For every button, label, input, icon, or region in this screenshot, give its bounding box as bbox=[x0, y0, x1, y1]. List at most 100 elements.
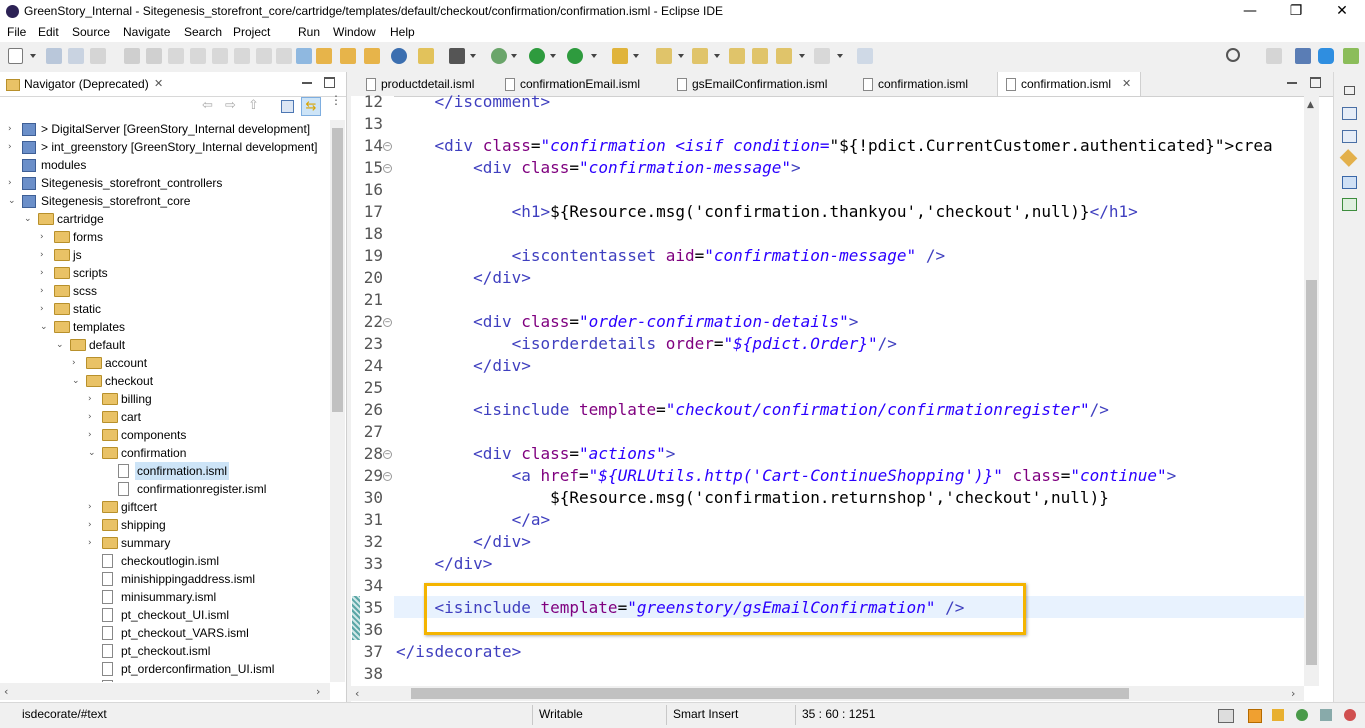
chevron-right-icon[interactable]: › bbox=[40, 246, 50, 264]
up-arrow-icon[interactable]: ⇧ bbox=[248, 99, 262, 112]
bug-icon[interactable] bbox=[491, 48, 507, 64]
minimize-button[interactable]: — bbox=[1227, 0, 1273, 24]
minimize-icon[interactable] bbox=[302, 82, 312, 84]
build-icon[interactable] bbox=[124, 48, 140, 64]
outline-icon[interactable] bbox=[1342, 107, 1357, 120]
chevron-down-icon[interactable]: ⌄ bbox=[24, 210, 34, 228]
menu-file[interactable]: File bbox=[7, 25, 26, 39]
forward-arrow-icon[interactable]: ⇨ bbox=[225, 99, 239, 112]
tree-item[interactable]: › static bbox=[0, 300, 330, 318]
pin-editor-icon[interactable] bbox=[857, 48, 873, 64]
servers-icon[interactable] bbox=[1342, 198, 1357, 211]
menu-search[interactable]: Search bbox=[184, 25, 222, 39]
tool-icon[interactable] bbox=[1320, 709, 1332, 721]
tool-icon[interactable] bbox=[276, 48, 292, 64]
chevron-down-icon[interactable] bbox=[799, 54, 805, 58]
notification-icon[interactable] bbox=[1344, 709, 1356, 721]
code-line[interactable]: ${Resource.msg('confirmation.returnshop'… bbox=[396, 487, 1109, 509]
tree-item[interactable]: ⌄ confirmation bbox=[0, 444, 330, 462]
open-resource-icon[interactable] bbox=[340, 48, 356, 64]
tree-item[interactable]: modules bbox=[0, 156, 330, 174]
wrench-icon[interactable] bbox=[1339, 149, 1358, 167]
chevron-down-icon[interactable]: ⌄ bbox=[56, 336, 66, 354]
tree-item[interactable]: › cart bbox=[0, 408, 330, 426]
chevron-left-icon[interactable]: ‹ bbox=[4, 685, 8, 698]
next-annotation-icon[interactable] bbox=[656, 48, 672, 64]
menu-help[interactable]: Help bbox=[390, 25, 415, 39]
tree-item[interactable]: minisummary.isml bbox=[0, 588, 330, 606]
collapse-all-icon[interactable] bbox=[281, 100, 294, 113]
pencil-icon[interactable] bbox=[612, 48, 628, 64]
tree-item[interactable]: › js bbox=[0, 246, 330, 264]
sync-icon[interactable] bbox=[1296, 709, 1308, 721]
code-line[interactable]: </iscomment> bbox=[396, 91, 551, 113]
tree-item[interactable]: ⌄ templates bbox=[0, 318, 330, 336]
menu-navigate[interactable]: Navigate bbox=[123, 25, 170, 39]
tree-item[interactable]: pt_orderconfirmation_UI.isml bbox=[0, 660, 330, 678]
chevron-right-icon[interactable]: › bbox=[40, 300, 50, 318]
chevron-down-icon[interactable] bbox=[511, 54, 517, 58]
editor-hscroll-thumb[interactable] bbox=[411, 688, 1129, 699]
tree-item[interactable]: › giftcert bbox=[0, 498, 330, 516]
console-icon[interactable] bbox=[1342, 176, 1357, 189]
tree-item[interactable]: › > int_greenstory [GreenStory_Internal d… bbox=[0, 138, 330, 156]
tool-icon[interactable] bbox=[234, 48, 250, 64]
chevron-right-icon[interactable]: › bbox=[88, 498, 98, 516]
chevron-right-icon[interactable]: › bbox=[72, 354, 82, 372]
tree-item[interactable]: pt_checkout_VARS.isml bbox=[0, 624, 330, 642]
chevron-down-icon[interactable] bbox=[714, 54, 720, 58]
close-icon[interactable]: ✕ bbox=[1122, 72, 1131, 96]
chevron-right-icon[interactable]: › bbox=[88, 534, 98, 552]
tree-item[interactable]: checkoutlogin.isml bbox=[0, 552, 330, 570]
menu-project[interactable]: Project bbox=[233, 25, 270, 39]
editor-scroll-thumb[interactable] bbox=[1306, 280, 1317, 665]
chevron-right-icon[interactable]: › bbox=[88, 408, 98, 426]
tree-item[interactable]: pt_checkout_UI.isml bbox=[0, 606, 330, 624]
chevron-right-icon[interactable]: › bbox=[88, 516, 98, 534]
code-line[interactable]: <div class="actions"> bbox=[396, 443, 675, 465]
tree-item[interactable]: › components bbox=[0, 426, 330, 444]
fold-toggle-icon[interactable]: − bbox=[383, 472, 392, 481]
fold-toggle-icon[interactable]: − bbox=[383, 164, 392, 173]
navigator-scroll-thumb[interactable] bbox=[332, 128, 343, 412]
perspective-active-icon[interactable] bbox=[1318, 48, 1334, 64]
debug-config-icon[interactable] bbox=[418, 48, 434, 64]
tree-item[interactable]: › scss bbox=[0, 282, 330, 300]
tree-item[interactable]: ⌄ Sitegenesis_storefront_core bbox=[0, 192, 330, 210]
chevron-down-icon[interactable] bbox=[470, 54, 476, 58]
chevron-down-icon[interactable]: ⌄ bbox=[8, 192, 18, 210]
tool-icon[interactable] bbox=[1272, 709, 1284, 721]
fold-toggle-icon[interactable]: − bbox=[383, 450, 392, 459]
chevron-right-icon[interactable]: › bbox=[8, 174, 18, 192]
tool-icon[interactable] bbox=[256, 48, 272, 64]
navigator-horizontal-scrollbar[interactable]: ‹ › bbox=[0, 683, 330, 700]
menu-window[interactable]: Window bbox=[333, 25, 376, 39]
open-type-icon[interactable] bbox=[316, 48, 332, 64]
chevron-right-icon[interactable]: › bbox=[40, 264, 50, 282]
code-line[interactable]: <h1>${Resource.msg('confirmation.thankyo… bbox=[396, 201, 1138, 223]
globe-icon[interactable] bbox=[391, 48, 407, 64]
chevron-left-icon[interactable]: ‹ bbox=[355, 687, 359, 700]
code-line[interactable]: <iscontentasset aid="confirmation-messag… bbox=[396, 245, 946, 267]
perspective-icon[interactable] bbox=[1343, 48, 1359, 64]
maximize-icon[interactable] bbox=[324, 77, 335, 88]
tab-confirmation-active[interactable]: confirmation.isml ✕ bbox=[997, 72, 1141, 96]
fold-toggle-icon[interactable]: − bbox=[383, 142, 392, 151]
print-icon[interactable] bbox=[90, 48, 106, 64]
tree-item[interactable]: › > DigitalServer [GreenStory_Internal de… bbox=[0, 120, 330, 138]
server-icon[interactable] bbox=[449, 48, 465, 64]
chevron-down-icon[interactable] bbox=[591, 54, 597, 58]
code-line[interactable]: <div class="order-confirmation-details"> bbox=[396, 311, 858, 333]
restore-icon[interactable] bbox=[1344, 86, 1355, 95]
code-line[interactable]: <a href="${URLUtils.http('Cart-ContinueS… bbox=[396, 465, 1177, 487]
tree-item[interactable]: › billing bbox=[0, 390, 330, 408]
code-line[interactable]: <isinclude template="checkout/confirmati… bbox=[396, 399, 1109, 421]
code-line[interactable]: </a> bbox=[396, 509, 551, 531]
code-line[interactable]: <div class="confirmation <isif condition… bbox=[396, 135, 1273, 157]
tree-item[interactable]: › scripts bbox=[0, 264, 330, 282]
perspective-icon[interactable] bbox=[1295, 48, 1311, 64]
tree-item[interactable]: › summary bbox=[0, 534, 330, 552]
tree-item[interactable]: › account bbox=[0, 354, 330, 372]
tasks-icon[interactable] bbox=[1342, 130, 1357, 143]
code-line[interactable]: </isdecorate> bbox=[396, 641, 521, 663]
